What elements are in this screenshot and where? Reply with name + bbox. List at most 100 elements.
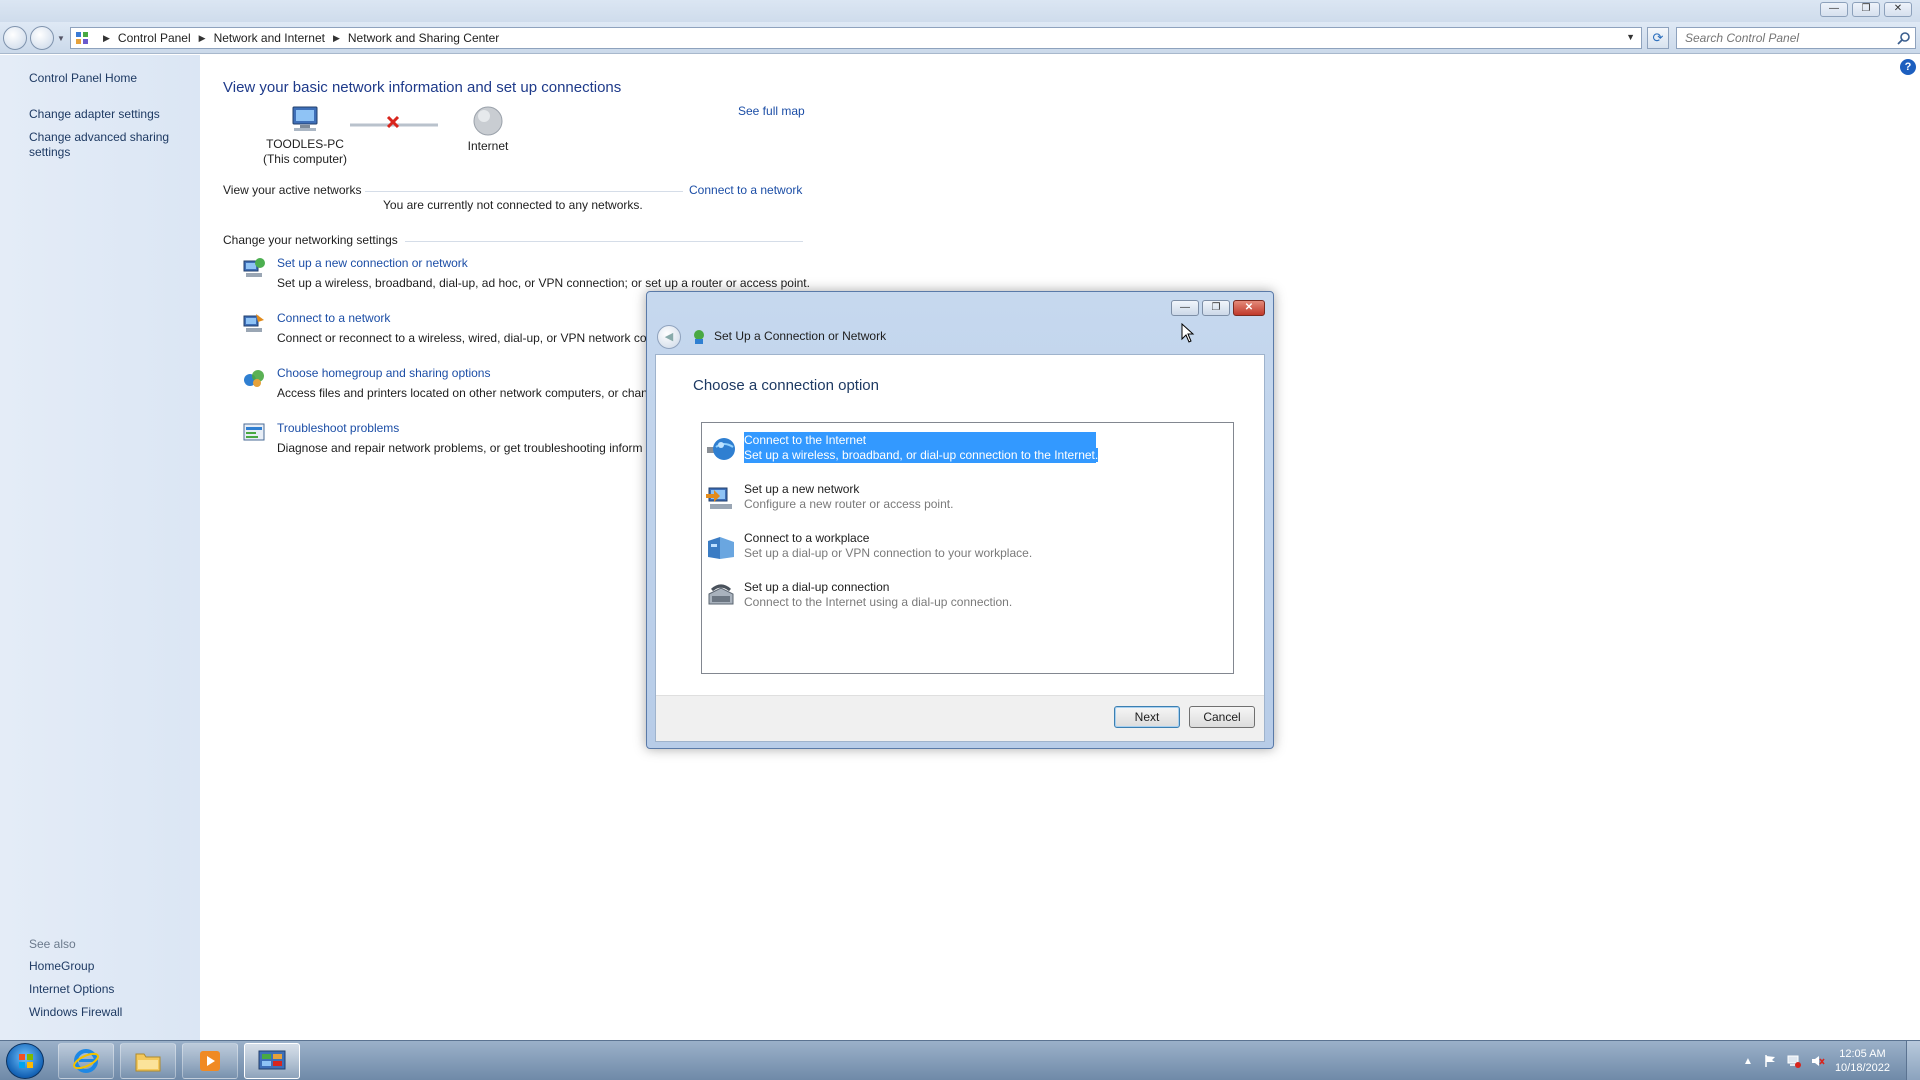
refresh-icon: ⟳ (1652, 30, 1664, 45)
minimize-button[interactable]: — (1820, 2, 1848, 17)
change-advanced-sharing-settings-link[interactable]: Change advanced sharing settings (29, 130, 174, 160)
network-wizard-icon (694, 330, 704, 344)
dialog-body: Choose a connection option Connect to th… (655, 354, 1265, 742)
telephone-modem-icon (708, 584, 734, 605)
option-description: Connect to the Internet using a dial-up … (744, 595, 1013, 609)
start-button[interactable] (6, 1043, 44, 1079)
recent-pages-dropdown-icon[interactable]: ▼ (57, 34, 65, 43)
homegroup-link[interactable]: HomeGroup (29, 959, 179, 974)
close-button[interactable]: ✕ (1884, 2, 1912, 17)
search-icon[interactable] (1897, 31, 1911, 45)
task-title[interactable]: Troubleshoot problems (277, 421, 399, 435)
refresh-button[interactable]: ⟳ (1647, 27, 1669, 49)
task-description: Set up a wireless, broadband, dial-up, a… (277, 276, 810, 290)
chevron-right-icon[interactable]: ▶ (333, 33, 340, 44)
option-title: Connect to the Internet (744, 433, 867, 447)
network-disconnected-icon[interactable] (1787, 1054, 1801, 1068)
page-title: View your basic network information and … (223, 79, 622, 96)
breadcrumb-network-and-internet[interactable]: Network and Internet (214, 31, 325, 45)
networking-settings-heading: Change your networking settings (223, 233, 398, 247)
taskbar: ▲ 12:05 AM 10/18/2022 (0, 1040, 1920, 1080)
address-bar[interactable]: ▶ Control Panel ▶ Network and Internet ▶… (70, 27, 1642, 49)
change-adapter-settings-link[interactable]: Change adapter settings (29, 107, 179, 122)
taskbar-media-player[interactable] (182, 1043, 238, 1079)
dialog-footer: Next Cancel (656, 695, 1264, 741)
internet-explorer-icon (73, 1049, 99, 1073)
option-description: Configure a new router or access point. (744, 497, 954, 511)
clock-date: 10/18/2022 (1834, 1062, 1890, 1074)
folder-icon (135, 1053, 161, 1072)
option-title: Connect to a workplace (744, 531, 870, 545)
connect-network-icon (243, 314, 264, 332)
system-clock[interactable]: 12:05 AM 10/18/2022 (1835, 1047, 1890, 1075)
internet-node[interactable]: Internet (448, 105, 528, 154)
task-description: Access files and printers located on oth… (277, 386, 648, 400)
cancel-button[interactable]: Cancel (1189, 706, 1255, 728)
taskbar-windows-explorer[interactable] (120, 1043, 176, 1079)
window-title-bar: — ❐ ✕ (0, 0, 1920, 22)
dialog-title: Set Up a Connection or Network (714, 329, 887, 343)
address-dropdown-icon[interactable]: ▼ (1626, 32, 1635, 42)
navigation-bar: ▼ ▶ Control Panel ▶ Network and Internet… (0, 22, 1920, 54)
show-hidden-icons-icon[interactable]: ▲ (1743, 1056, 1753, 1067)
workplace-building-icon (708, 537, 734, 559)
control-panel-home-link[interactable]: Control Panel Home (29, 71, 179, 86)
dialog-window-controls: — ❐ ✕ (1171, 300, 1265, 316)
next-button[interactable]: Next (1114, 706, 1180, 728)
internet-globe-icon (707, 438, 735, 460)
volume-muted-icon[interactable] (1811, 1054, 1825, 1068)
taskbar-internet-explorer[interactable] (58, 1043, 114, 1079)
option-title: Set up a new network (744, 482, 860, 496)
internet-options-link[interactable]: Internet Options (29, 982, 179, 997)
homegroup-icon (244, 370, 264, 387)
setup-connection-dialog: — ❐ ✕ ◀ Set Up a Connection or Network C… (646, 291, 1274, 749)
option-title: Set up a dial-up connection (744, 580, 890, 594)
task-title[interactable]: Choose homegroup and sharing options (277, 366, 490, 380)
computer-icon (292, 106, 318, 131)
option-description: Set up a wireless, broadband, or dial-up… (744, 448, 1099, 462)
left-navigation-pane: Control Panel Home Change adapter settin… (0, 55, 200, 1040)
control-panel-icon (258, 1050, 286, 1070)
forward-button[interactable] (30, 26, 54, 50)
disconnected-x-icon[interactable] (385, 114, 401, 130)
help-icon[interactable]: ? (1900, 59, 1916, 75)
chevron-right-icon[interactable]: ▶ (199, 33, 206, 44)
dialog-maximize-button[interactable]: ❐ (1202, 300, 1230, 316)
option-new-network[interactable]: Set up a new network Configure a new rou… (706, 478, 1226, 518)
show-desktop-button[interactable] (1906, 1041, 1920, 1080)
dialog-minimize-button[interactable]: — (1171, 300, 1199, 316)
option-workplace[interactable]: Connect to a workplace Set up a dial-up … (706, 527, 1226, 567)
divider (365, 191, 683, 192)
active-networks-heading: View your active networks (223, 183, 362, 197)
internet-label: Internet (467, 139, 509, 153)
media-player-icon (200, 1051, 220, 1071)
divider (405, 241, 803, 242)
dialog-close-button[interactable]: ✕ (1233, 300, 1265, 316)
connection-option-list[interactable]: Connect to the Internet Set up a wireles… (701, 422, 1234, 674)
action-center-flag-icon[interactable] (1763, 1054, 1777, 1068)
connect-to-network-link[interactable]: Connect to a network (689, 183, 802, 197)
breadcrumb-network-and-sharing-center[interactable]: Network and Sharing Center (348, 31, 499, 45)
search-box[interactable] (1676, 27, 1916, 49)
dialog-back-button[interactable]: ◀ (657, 325, 681, 349)
task-title[interactable]: Set up a new connection or network (277, 256, 468, 270)
see-full-map-link[interactable]: See full map (738, 104, 805, 118)
this-computer-node[interactable]: TOODLES-PC (This computer) (250, 105, 360, 167)
mouse-cursor-icon (1181, 323, 1195, 343)
see-also-heading: See also (29, 937, 76, 951)
search-input[interactable] (1677, 28, 1887, 48)
task-title[interactable]: Connect to a network (277, 311, 390, 325)
restore-button[interactable]: ❐ (1852, 2, 1880, 17)
back-button[interactable] (3, 26, 27, 50)
option-dial-up[interactable]: Set up a dial-up connection Connect to t… (706, 576, 1226, 616)
windows-logo-icon (19, 1054, 33, 1068)
dialog-heading: Choose a connection option (693, 377, 879, 394)
troubleshoot-icon (243, 423, 265, 441)
option-connect-internet[interactable]: Connect to the Internet Set up a wireles… (706, 429, 1226, 469)
option-description: Set up a dial-up or VPN connection to yo… (744, 546, 1033, 560)
task-description: Connect or reconnect to a wireless, wire… (277, 331, 651, 345)
computer-subtitle: (This computer) (262, 152, 348, 166)
windows-firewall-link[interactable]: Windows Firewall (29, 1005, 179, 1020)
taskbar-control-panel[interactable] (244, 1043, 300, 1079)
breadcrumb-control-panel[interactable]: Control Panel (118, 31, 191, 45)
